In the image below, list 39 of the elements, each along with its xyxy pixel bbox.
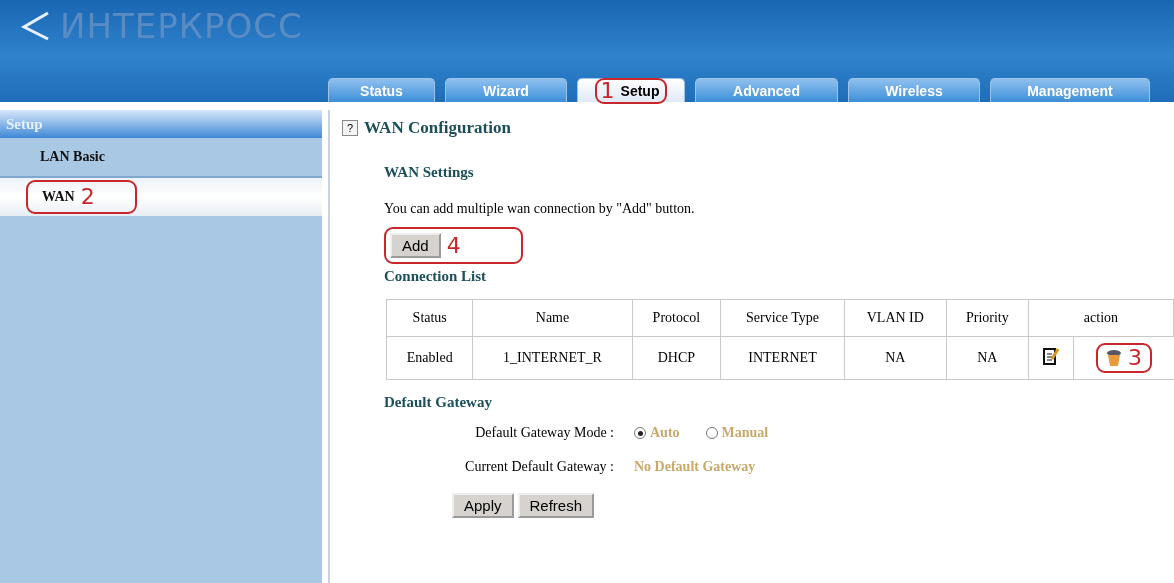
annotation-number: 2 [80, 186, 95, 208]
sidebar-item-label[interactable]: LAN Basic [40, 149, 105, 165]
logo: ИНТЕРКРОСС [60, 6, 303, 46]
sidebar-item[interactable]: LAN Basic [0, 138, 322, 176]
sidebar-item-label[interactable]: WAN [42, 189, 75, 205]
add-button[interactable]: Add [390, 233, 441, 258]
tab-label: Setup [620, 82, 660, 99]
annotation-number: 4 [446, 234, 461, 257]
column-header: VLAN ID [844, 299, 947, 337]
gateway-value: No Default Gateway [634, 459, 756, 475]
column-header: Priority [946, 299, 1029, 337]
table-cell: 1_INTERNET_R [472, 336, 633, 380]
annotation-number: 3 [1127, 347, 1142, 369]
annotation-number: 1 [600, 79, 615, 102]
help-icon[interactable]: ? [342, 120, 358, 136]
trash-icon[interactable] [1105, 349, 1122, 367]
edit-icon[interactable] [1043, 347, 1060, 365]
table-cell: INTERNET [720, 336, 845, 380]
tab[interactable]: 1 Setup [577, 78, 685, 102]
page-title: WAN Configuration [364, 118, 511, 138]
action-button[interactable]: Apply [452, 493, 514, 518]
section-heading: WAN Settings [384, 164, 475, 181]
sidebar-item[interactable]: WAN 2 [0, 176, 322, 216]
column-header: Status [386, 299, 473, 337]
table-cell: DHCP [632, 336, 721, 380]
column-header: Service Type [720, 299, 845, 337]
section-heading: Connection List [384, 268, 488, 285]
sidebar-title: Setup [0, 110, 322, 138]
section-heading: Default Gateway [384, 394, 493, 411]
table-cell: NA [946, 336, 1029, 380]
column-header: Name [472, 299, 633, 337]
table-cell: NA [844, 336, 947, 380]
field-label: Default Gateway Mode : [474, 425, 614, 441]
table-cell: Enabled [386, 336, 473, 380]
action-button[interactable]: Refresh [517, 493, 595, 518]
field-label: Current Default Gateway : [464, 459, 614, 475]
column-header: action [1028, 299, 1174, 337]
description-text: You can add multiple wan connection by "Add" button. [384, 201, 696, 217]
column-header: Protocol [632, 299, 721, 337]
